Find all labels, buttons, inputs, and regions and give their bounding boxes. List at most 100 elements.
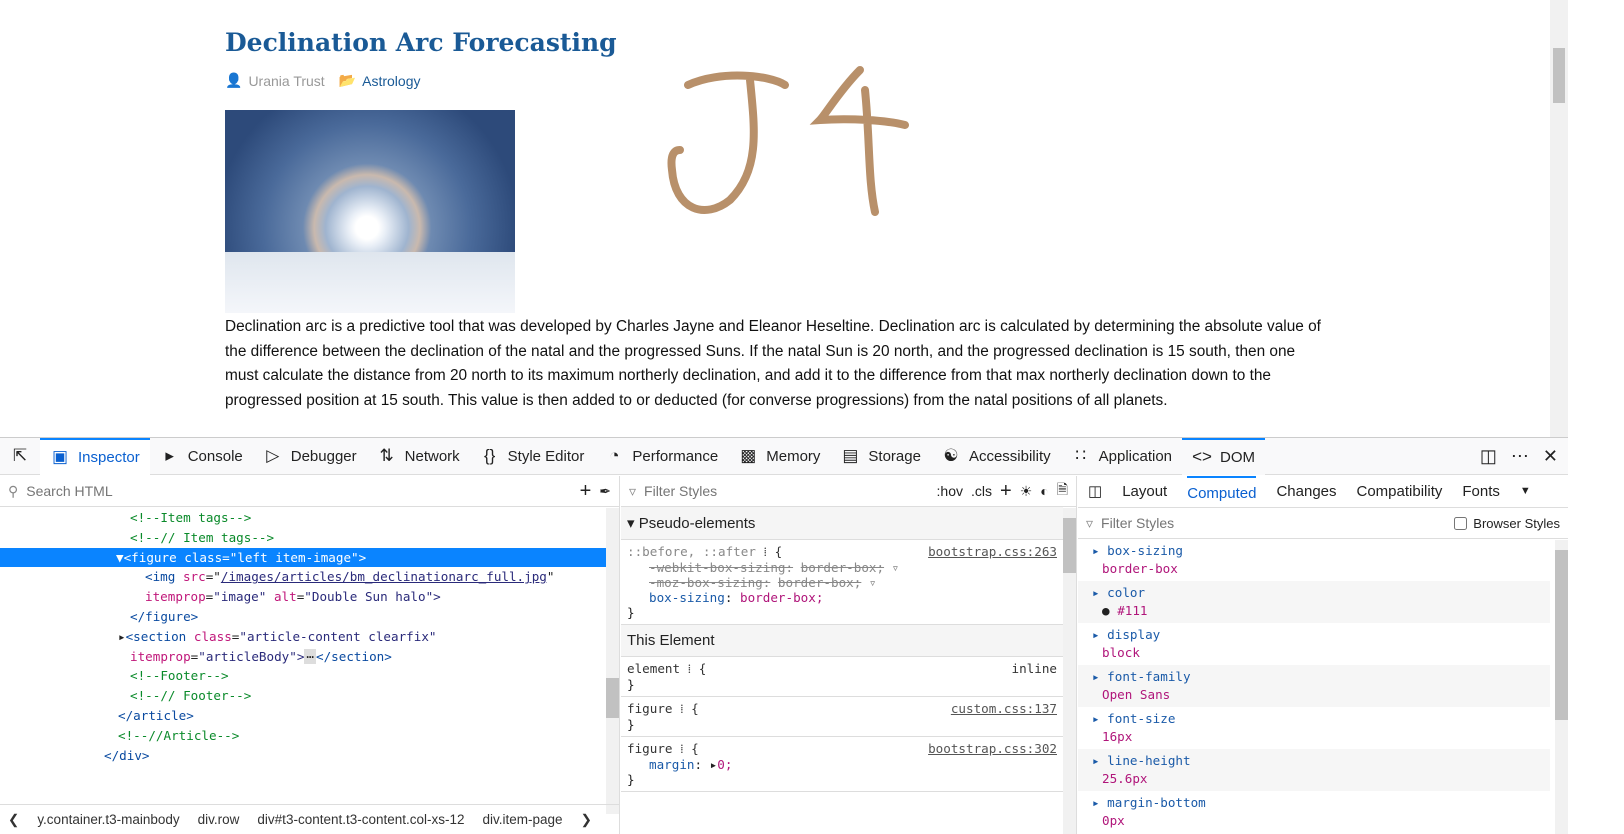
pseudo-elements-header[interactable]: ▾ Pseudo-elements — [621, 507, 1063, 540]
tab-storage[interactable]: ▤ Storage — [830, 438, 931, 475]
tab-accessibility[interactable]: ☯ Accessibility — [931, 438, 1061, 475]
rules-scrollbar[interactable] — [1063, 508, 1076, 834]
page-scrollbar[interactable] — [1550, 0, 1568, 437]
eyedropper-icon[interactable]: ✒ — [599, 483, 611, 500]
computed-prop[interactable]: ▸ margin-bottom 0px — [1078, 791, 1550, 833]
tab-network[interactable]: ⇅ Network — [367, 438, 470, 475]
rule-figure: figure ⁞ {custom.css:137} — [621, 697, 1063, 737]
ellipsis-icon[interactable]: ⋯ — [304, 648, 317, 664]
user-icon: 👤 — [225, 72, 243, 88]
computed-prop[interactable]: ▸ font-family Open Sans — [1078, 665, 1550, 707]
breadcrumb: ❮ y.container.t3-mainbody div.row div#t3… — [0, 804, 620, 834]
tree-row[interactable]: <img src="/images/articles/bm_declinatio… — [0, 567, 607, 587]
storage-icon: ▤ — [842, 446, 859, 465]
dark-mode-icon[interactable]: ◐ — [1040, 483, 1048, 499]
tree-row[interactable]: </figure> — [0, 607, 607, 627]
search-html-input[interactable] — [26, 483, 572, 499]
tab-changes[interactable]: Changes — [1276, 476, 1336, 507]
tab-console[interactable]: ▸ Console — [150, 438, 253, 475]
performance-icon: ◔ — [609, 446, 620, 465]
tab-inspector[interactable]: ▣ Inspector — [40, 437, 150, 475]
img-src-link[interactable]: /images/articles/bm_declinationarc_full.… — [221, 569, 547, 584]
tab-memory[interactable]: ▩ Memory — [728, 438, 830, 475]
tree-row[interactable]: <!--// Item tags--> — [0, 528, 607, 548]
tab-style-editor[interactable]: {} Style Editor — [470, 438, 595, 475]
tab-dom[interactable]: <> DOM — [1182, 437, 1266, 475]
add-rule-icon[interactable]: + — [1000, 480, 1012, 503]
memory-icon: ▩ — [740, 446, 757, 465]
computed-panel: ◫ Layout Computed Changes Compatibility … — [1078, 476, 1568, 834]
filter-icon: ▿ — [1086, 514, 1094, 531]
rule-figure: figure ⁞ {bootstrap.css:302 margin: ▸0;} — [621, 737, 1063, 792]
cls-button[interactable]: .cls — [971, 483, 992, 499]
this-element-header: This Element — [621, 625, 1063, 657]
tree-row[interactable]: </article> — [0, 706, 607, 726]
computed-prop[interactable]: ▸ display block — [1078, 623, 1550, 665]
tab-layout[interactable]: Layout — [1122, 476, 1167, 507]
hov-button[interactable]: :hov — [937, 483, 963, 499]
tree-row[interactable]: <!--Footer--> — [0, 666, 607, 686]
computed-prop[interactable]: ▸ color ● #111 — [1078, 581, 1550, 623]
print-icon[interactable]: 🗎 — [1057, 479, 1068, 503]
rule-source-link[interactable]: bootstrap.css:302 — [928, 741, 1057, 757]
browser-styles-checkbox[interactable] — [1454, 516, 1468, 530]
debugger-icon: ▷ — [266, 446, 280, 465]
rules-panel: ▿ :hov .cls + ☀ ◐ 🗎 ▾ Pseudo-elements ::befo… — [621, 476, 1077, 834]
tree-row[interactable]: ▸<section class="article-content clearfi… — [0, 627, 607, 647]
light-mode-icon[interactable]: ☀ — [1020, 483, 1033, 500]
dom-icon: <> — [1192, 447, 1212, 466]
tab-performance[interactable]: ◔ Performance — [594, 438, 728, 475]
web-page: Declination Arc Forecasting 👤 Urania Trus… — [0, 0, 1568, 437]
tree-row[interactable]: itemprop="image" alt="Double Sun halo"> — [0, 587, 607, 607]
add-node-icon[interactable]: + — [580, 480, 592, 503]
tab-debugger[interactable]: ▷ Debugger — [253, 438, 367, 475]
markup-scrollbar[interactable] — [606, 508, 619, 814]
search-icon: ⚲ — [8, 482, 19, 499]
tree-row[interactable]: </div> — [0, 746, 607, 766]
rule-source-link[interactable]: custom.css:137 — [951, 701, 1057, 717]
markup-tree: <!--Item tags--> <!--// Item tags--> ▼<f… — [0, 508, 607, 814]
computed-scrollbar[interactable] — [1555, 540, 1568, 834]
tab-fonts[interactable]: Fonts — [1462, 476, 1500, 507]
breadcrumb-item[interactable]: div#t3-content.t3-content.col-xs-12 — [257, 812, 464, 827]
computed-prop[interactable]: ▸ font-size 16px — [1078, 707, 1550, 749]
element-picker-icon[interactable]: ⇱ — [0, 438, 40, 475]
tree-row[interactable]: <!--//Article--> — [0, 726, 607, 746]
rule-pseudo: ::before, ::after ⁞ {bootstrap.css:263 -… — [621, 540, 1063, 625]
tab-compatibility[interactable]: Compatibility — [1357, 476, 1443, 507]
computed-prop[interactable]: ▸ line-height 25.6px — [1078, 749, 1550, 791]
chevron-left-icon[interactable]: ❮ — [8, 812, 19, 828]
inspector-icon: ▣ — [51, 447, 69, 466]
computed-filter-input[interactable] — [1101, 515, 1447, 531]
dock-icon[interactable]: ◫ — [1480, 446, 1497, 467]
markup-panel: ⚲ + ✒ <!--Item tags--> <!--// Item tags-->… — [0, 476, 620, 834]
tree-row-selected[interactable]: ▼<figure class="left item-image"> — [0, 547, 607, 568]
console-icon: ▸ — [165, 446, 174, 465]
handwriting-drawing — [667, 66, 909, 216]
breadcrumb-item[interactable]: div.row — [198, 812, 240, 827]
sidebar-toggle-icon[interactable]: ◫ — [1088, 476, 1102, 507]
filter-styles-input[interactable] — [644, 483, 929, 499]
application-icon: ∷ — [1075, 446, 1087, 465]
tree-row[interactable]: <!--Item tags--> — [0, 508, 607, 528]
close-icon[interactable]: ✕ — [1543, 446, 1558, 467]
author: Urania Trust — [248, 72, 325, 89]
devtools-toolbar: ⇱ ▣ Inspector ▸ Console ▷ Debugger ⇅ Network… — [0, 437, 1568, 475]
chevron-right-icon[interactable]: ❯ — [581, 812, 592, 828]
breadcrumb-item[interactable]: div.item-page — [483, 812, 563, 827]
chevron-down-icon[interactable]: ▼ — [1520, 476, 1531, 507]
tab-computed[interactable]: Computed — [1187, 476, 1257, 507]
article-body: Declination arc is a predictive tool tha… — [225, 318, 1321, 409]
rule-source-link[interactable]: bootstrap.css:263 — [928, 544, 1057, 560]
more-icon[interactable]: ⋯ — [1511, 446, 1529, 467]
network-icon: ⇅ — [379, 446, 394, 465]
breadcrumb-item[interactable]: y.container.t3-mainbody — [37, 812, 179, 827]
tab-application[interactable]: ∷ Application — [1061, 438, 1182, 475]
rule-element: element ⁞ {inline} — [621, 657, 1063, 697]
tree-row[interactable]: <!--// Footer--> — [0, 686, 607, 706]
tree-row[interactable]: itemprop="articleBody"> ⋯ </section> — [0, 647, 607, 667]
braces-icon: {} — [483, 446, 496, 465]
article-title[interactable]: Declination Arc Forecasting — [225, 28, 617, 57]
computed-prop[interactable]: ▸ box-sizing border-box — [1078, 539, 1550, 581]
category-link[interactable]: Astrology — [362, 73, 420, 89]
